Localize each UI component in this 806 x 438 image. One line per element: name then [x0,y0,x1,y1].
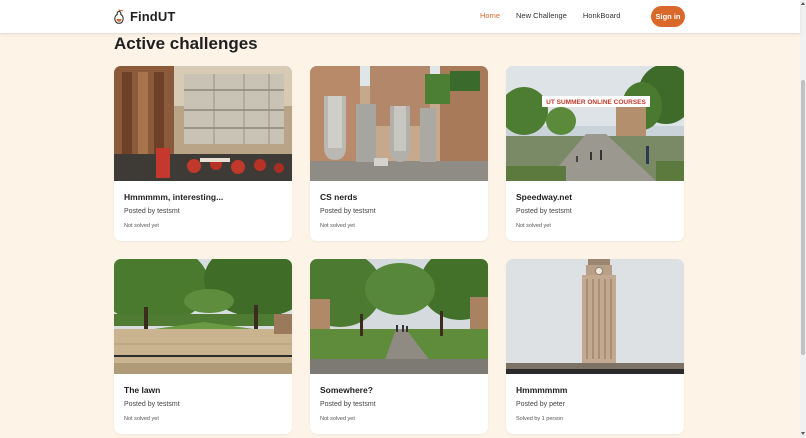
card-title: The lawn [124,385,161,395]
challenge-image [114,66,292,181]
challenge-card[interactable]: Hmmmmm, interesting... Posted by testsmt… [114,66,292,241]
nav-new-challenge[interactable]: New Challenge [516,11,567,20]
brand[interactable]: FindUT [113,8,175,24]
card-status: Not solved yet [320,416,355,422]
banner-text: UT SUMMER ONLINE COURSES [546,99,646,106]
challenge-card[interactable]: UT SUMMER ONLINE COURSES Speedway.net Po… [506,66,684,241]
scrollbar[interactable] [800,0,806,438]
challenge-image [114,259,292,374]
challenge-card[interactable]: The lawn Posted by testsmt Not solved ye… [114,259,292,434]
page-title: Active challenges [114,34,258,53]
card-status: Not solved yet [516,223,551,229]
sign-in-button[interactable]: Sign in [651,6,685,27]
challenge-card[interactable]: Hmmmmmm Posted by peter Solved by 1 pers… [506,259,684,434]
nav-home[interactable]: Home [480,11,500,20]
card-author: Posted by testsmt [320,401,376,408]
card-author: Posted by peter [516,401,566,408]
pear-icon [113,8,125,24]
card-title: CS nerds [320,192,358,202]
challenge-image: UT SUMMER ONLINE COURSES [506,66,684,181]
card-author: Posted by testsmt [124,401,180,408]
card-author: Posted by testsmt [124,208,180,215]
brand-name: FindUT [130,8,176,24]
card-status: Not solved yet [124,416,159,422]
card-title: Speedway.net [516,192,573,202]
scroll-up-icon[interactable] [801,2,805,5]
card-author: Posted by testsmt [320,208,376,215]
card-author: Posted by testsmt [516,208,572,215]
nav-links: Home New Challenge HonkBoard [480,11,620,20]
challenge-card[interactable]: Somewhere? Posted by testsmt Not solved … [310,259,488,434]
card-title: Hmmmmm, interesting... [124,192,224,202]
card-status: Solved by 1 person [516,416,564,422]
challenge-card[interactable]: CS nerds Posted by testsmt Not solved ye… [310,66,488,241]
top-navbar: FindUT Home New Challenge HonkBoard Sign… [0,0,800,34]
card-title: Hmmmmmm [516,385,568,395]
card-status: Not solved yet [320,223,355,229]
scroll-thumb[interactable] [801,80,805,355]
card-status: Not solved yet [124,223,159,229]
challenge-image [310,66,488,181]
nav-honkboard[interactable]: HonkBoard [583,11,621,20]
card-title: Somewhere? [320,385,373,395]
challenge-image [506,259,684,374]
challenge-image [310,259,488,374]
scroll-down-icon[interactable] [801,432,805,435]
